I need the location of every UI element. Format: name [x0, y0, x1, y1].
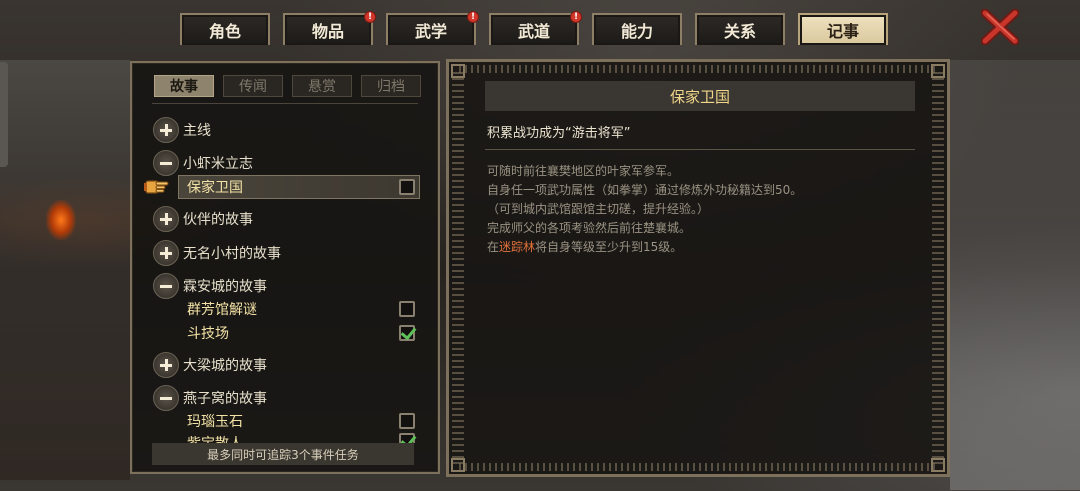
tab-abilities[interactable]: 能力 — [592, 13, 682, 45]
main-tab-bar: 角色 物品! 武学! 武道! 能力 关系 记事 — [180, 11, 901, 45]
corner-ornament — [451, 458, 465, 472]
quest-goal: 积累战功成为“游击将军” — [487, 126, 631, 141]
subtab-rumors[interactable]: 传闻 — [223, 75, 283, 97]
quest-label: 玛瑙玉石 — [187, 414, 243, 430]
collapse-minus-icon[interactable] — [153, 150, 179, 176]
subtab-archive[interactable]: 归档 — [361, 75, 421, 97]
subtab-bounty[interactable]: 悬赏 — [292, 75, 352, 97]
quest-label: 群芳馆解谜 — [187, 302, 257, 318]
quest-group-xiaxia[interactable]: 小虾米立志 — [132, 150, 438, 176]
tab-label: 记事 — [826, 22, 859, 41]
corner-ornament — [931, 458, 945, 472]
background-scene-right — [950, 60, 1080, 490]
alert-badge-icon: ! — [570, 11, 582, 23]
step-text: 在 — [487, 240, 500, 254]
expand-plus-icon[interactable] — [153, 206, 179, 232]
track-checkbox-checked[interactable] — [399, 325, 415, 341]
tab-label: 物品 — [311, 22, 344, 41]
subtab-bar: 故事 传闻 悬赏 归档 — [154, 75, 430, 97]
corner-ornament — [931, 64, 945, 78]
tab-label: 能力 — [620, 22, 653, 41]
quest-item[interactable]: 斗技场 — [132, 321, 438, 345]
close-button[interactable] — [980, 8, 1020, 46]
border-ornament — [459, 463, 937, 471]
quest-item[interactable]: 玛瑙玉石 — [132, 409, 438, 433]
quest-title: 保家卫国 — [485, 81, 915, 111]
track-checkbox-checked[interactable] — [399, 433, 415, 443]
corner-ornament — [451, 64, 465, 78]
group-label: 霖安城的故事 — [183, 279, 267, 295]
quest-group-daliang[interactable]: 大梁城的故事 — [132, 352, 438, 378]
tab-label: 武学 — [414, 22, 447, 41]
quest-step: 自身任一项武功属性（如拳掌）通过修炼外功秘籍达到50。 — [487, 183, 803, 197]
quest-detail-panel: 保家卫国 积累战功成为“游击将军” 可随时前往襄樊地区的叶家军参军。 自身任一项… — [446, 59, 950, 477]
tab-label: 武道 — [517, 22, 550, 41]
divider — [152, 103, 418, 104]
quest-step: 在迷踪林将自身等级至少升到15级。 — [487, 238, 917, 257]
tab-journal[interactable]: 记事 — [798, 13, 888, 45]
pointing-hand-icon — [144, 180, 169, 194]
track-checkbox[interactable] — [399, 301, 415, 317]
side-handle[interactable] — [0, 62, 8, 167]
group-label: 小虾米立志 — [183, 156, 253, 172]
tab-martial-way[interactable]: 武道! — [489, 11, 582, 45]
tab-label: 角色 — [208, 22, 241, 41]
quest-group-linan[interactable]: 霖安城的故事 — [132, 273, 438, 299]
tab-relations[interactable]: 关系 — [695, 13, 785, 45]
track-checkbox[interactable] — [399, 179, 415, 195]
quest-label: 斗技场 — [187, 326, 229, 342]
expand-plus-icon[interactable] — [153, 240, 179, 266]
group-label: 无名小村的故事 — [183, 246, 281, 262]
tab-label: 关系 — [723, 22, 756, 41]
collapse-minus-icon[interactable] — [153, 385, 179, 411]
border-ornament — [452, 72, 464, 464]
border-ornament — [459, 65, 937, 73]
alert-badge-icon: ! — [364, 11, 376, 23]
quest-group-yanziwo[interactable]: 燕子窝的故事 — [132, 385, 438, 411]
torch-fire — [46, 200, 76, 240]
tab-items[interactable]: 物品! — [283, 11, 376, 45]
quest-description: 可随时前往襄樊地区的叶家军参军。 自身任一项武功属性（如拳掌）通过修炼外功秘籍达… — [487, 162, 917, 257]
quest-group-partner[interactable]: 伙伴的故事 — [132, 206, 438, 232]
quest-step: （可到城内武馆跟馆主切磋，提升经验。） — [487, 202, 710, 216]
quest-item[interactable]: 群芳馆解谜 — [132, 297, 438, 321]
background-scene-left — [0, 60, 130, 480]
quest-label: 紫宝散人 — [187, 433, 243, 443]
quest-list-panel: 故事 传闻 悬赏 归档 主线 小虾米立志 保家卫国 伙伴的故事 无名小村的故事 … — [130, 61, 440, 474]
quest-step: 完成师父的各项考验然后前往楚襄城。 — [487, 221, 692, 235]
location-link[interactable]: 迷踪林 — [499, 240, 535, 254]
step-text: 将自身等级至少升到15级。 — [535, 240, 683, 254]
expand-plus-icon[interactable] — [153, 352, 179, 378]
border-ornament — [932, 72, 944, 464]
divider — [485, 149, 915, 150]
quest-item-partial[interactable]: 紫宝散人 — [132, 433, 438, 443]
quest-group-village[interactable]: 无名小村的故事 — [132, 240, 438, 266]
quest-step: 可随时前往襄樊地区的叶家军参军。 — [487, 164, 680, 178]
group-label: 大梁城的故事 — [183, 358, 267, 374]
track-checkbox[interactable] — [399, 413, 415, 429]
group-label: 主线 — [183, 123, 211, 139]
collapse-minus-icon[interactable] — [153, 273, 179, 299]
quest-label: 保家卫国 — [187, 180, 243, 196]
alert-badge-icon: ! — [467, 11, 479, 23]
quest-group-main[interactable]: 主线 — [132, 117, 438, 143]
subtab-story[interactable]: 故事 — [154, 75, 214, 97]
close-icon — [980, 8, 1020, 46]
group-label: 伙伴的故事 — [183, 212, 253, 228]
quest-item-selected[interactable]: 保家卫国 — [132, 175, 438, 199]
expand-plus-icon[interactable] — [153, 117, 179, 143]
tab-character[interactable]: 角色 — [180, 13, 270, 45]
group-label: 燕子窝的故事 — [183, 391, 267, 407]
tab-martial-arts[interactable]: 武学! — [386, 11, 479, 45]
tracking-limit-note: 最多同时可追踪3个事件任务 — [152, 443, 414, 465]
